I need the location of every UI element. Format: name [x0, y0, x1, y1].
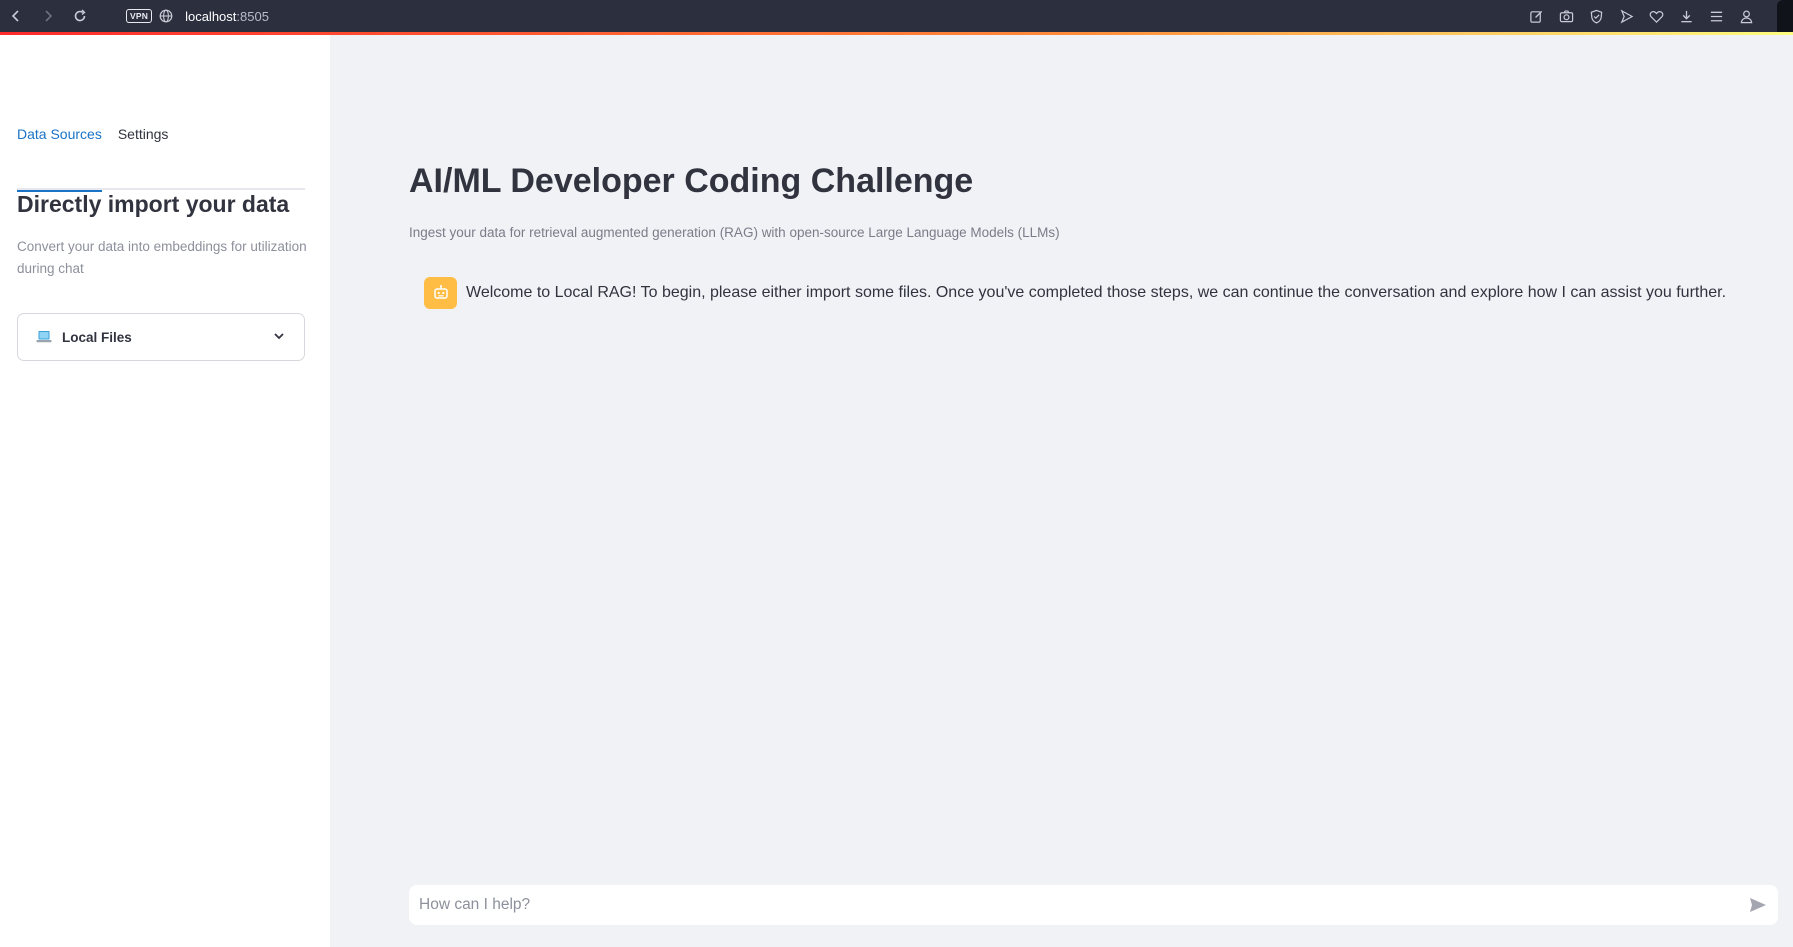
message-text: Welcome to Local RAG! To begin, please e…: [466, 284, 1727, 301]
chevron-down-icon: [274, 333, 284, 340]
globe-icon: [159, 9, 173, 23]
window-edge: [1777, 0, 1793, 32]
camera-icon[interactable]: [1551, 9, 1581, 24]
avatar: [424, 277, 457, 309]
local-files-expander[interactable]: Local Files: [17, 313, 305, 361]
edit-icon[interactable]: [1521, 9, 1551, 24]
sidebar-heading: Directly import your data: [17, 191, 290, 217]
page-caption: Ingest your data for retrieval augmented…: [409, 225, 1060, 240]
send-button[interactable]: [1738, 885, 1778, 925]
tab-settings[interactable]: Settings: [118, 126, 169, 190]
robot-icon: [433, 285, 448, 299]
sidebar-caption: Convert your data into embeddings for ut…: [17, 239, 307, 276]
chat-input[interactable]: [409, 885, 1738, 925]
reload-icon[interactable]: [64, 0, 96, 32]
forward-icon[interactable]: [32, 0, 64, 32]
heart-icon[interactable]: [1641, 9, 1671, 24]
address-bar[interactable]: localhost:8505: [185, 9, 269, 24]
send-icon: [1750, 898, 1766, 912]
url-host: localhost: [185, 8, 237, 24]
laptop-icon: [36, 331, 52, 343]
profile-icon[interactable]: [1731, 9, 1761, 24]
shield-icon[interactable]: [1581, 9, 1611, 24]
download-icon[interactable]: [1671, 9, 1701, 24]
browser-toolbar: VPN localhost:8505: [0, 0, 1793, 32]
menu-icon[interactable]: [1701, 9, 1731, 24]
play-icon[interactable]: [1611, 9, 1641, 24]
chat-input-container: [409, 885, 1778, 925]
sidebar-tabs: Data Sources Settings: [17, 126, 305, 192]
vpn-badge[interactable]: VPN: [126, 9, 153, 23]
url-port: :8505: [236, 8, 269, 24]
back-icon[interactable]: [0, 0, 32, 32]
expander-label: Local Files: [62, 329, 132, 345]
tab-data-sources[interactable]: Data Sources: [17, 126, 102, 192]
sidebar: Data Sources Settings Directly import yo…: [0, 35, 330, 947]
assistant-message: Welcome to Local RAG! To begin, please e…: [424, 277, 1726, 309]
page-title: AI/ML Developer Coding Challenge: [409, 162, 974, 200]
